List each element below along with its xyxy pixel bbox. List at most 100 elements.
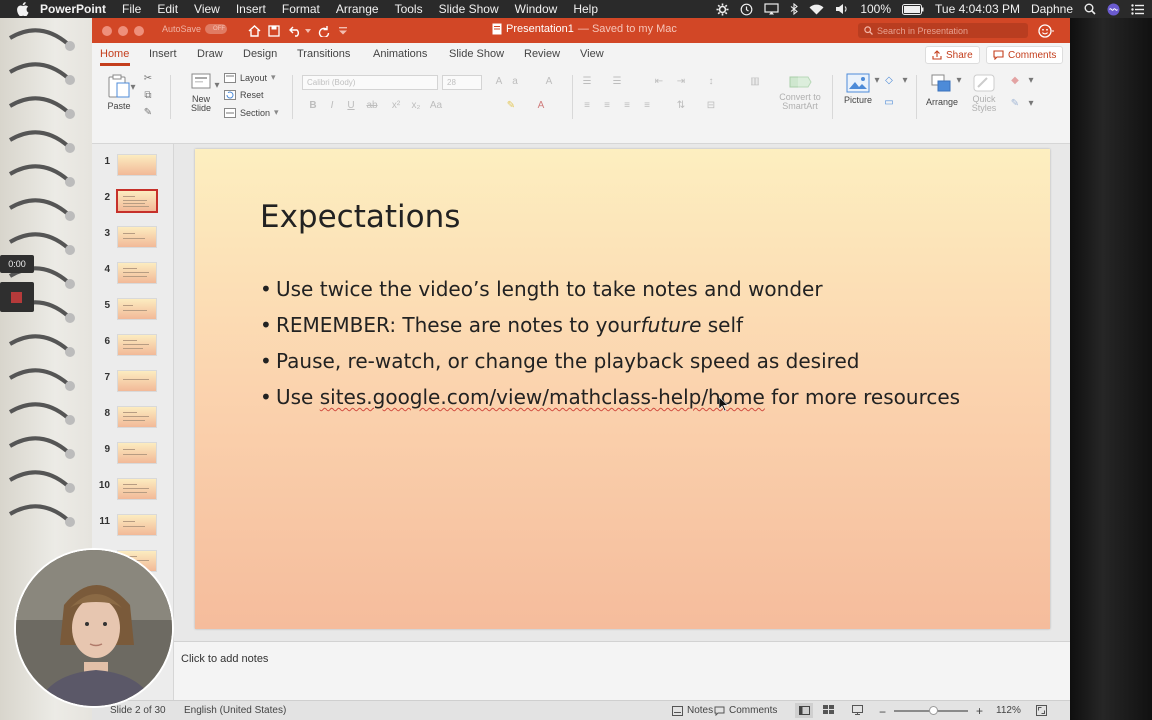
tab-slide-show[interactable]: Slide Show [449, 48, 504, 60]
resource-link[interactable]: sites.google.com/view/mathclass-help/hom… [320, 385, 765, 409]
font-color-icon[interactable]: A [534, 100, 548, 112]
slide-body-textbox[interactable]: • Use twice the video’s length to take no… [260, 277, 960, 421]
increase-indent-icon[interactable]: ⇥ [674, 76, 688, 88]
menubar-user[interactable]: Daphne [1031, 2, 1073, 16]
menu-help[interactable]: Help [573, 2, 598, 16]
battery-percent[interactable]: 100% [860, 2, 891, 16]
search-in-presentation-input[interactable]: Search in Presentation [858, 23, 1028, 38]
reading-view-icon[interactable] [852, 705, 863, 715]
text-direction-icon[interactable]: ⇅ [674, 100, 688, 112]
slide-thumbnail-4[interactable]: 4 [92, 262, 173, 292]
speaker-notes-pane[interactable]: Click to add notes [174, 641, 1070, 700]
bold-icon[interactable]: B [306, 100, 320, 112]
normal-view-icon[interactable] [795, 703, 813, 718]
slide-thumbnail-6[interactable]: 6 [92, 334, 173, 364]
comments-toggle-button[interactable]: Comments [714, 705, 777, 716]
zoom-slider-handle[interactable] [929, 706, 938, 715]
subscript-icon[interactable]: x₂ [409, 100, 423, 112]
stop-recording-button[interactable] [0, 282, 34, 312]
italic-icon[interactable]: I [325, 100, 339, 112]
reset-button[interactable]: Reset [224, 90, 264, 100]
decrease-font-size-icon[interactable]: a [508, 76, 522, 88]
underline-icon[interactable]: U [344, 100, 358, 112]
slide-thumbnail-9[interactable]: 9 [92, 442, 173, 472]
change-case-icon[interactable]: Aa [429, 100, 443, 112]
decrease-indent-icon[interactable]: ⇤ [652, 76, 666, 88]
zoom-out-button[interactable]: − [879, 705, 886, 719]
align-right-icon[interactable]: ≡ [620, 100, 634, 112]
new-slide-button[interactable]: New Slide [184, 71, 218, 113]
comments-button[interactable]: Comments [986, 46, 1064, 64]
save-icon[interactable] [266, 23, 282, 39]
format-painter-icon[interactable]: ✎ [141, 107, 155, 119]
volume-icon[interactable] [835, 3, 849, 15]
shapes-dropdown-icon[interactable]: ▾ [898, 75, 912, 87]
zoom-level[interactable]: 112% [996, 705, 1021, 716]
align-left-icon[interactable]: ≡ [580, 100, 594, 112]
fit-to-window-icon[interactable] [1036, 705, 1047, 716]
convert-to-smartart-button[interactable]: Convert to SmartArt [776, 73, 824, 111]
slide-canvas[interactable]: Expectations • Use twice the video’s leng… [195, 149, 1050, 629]
siri-icon[interactable] [1107, 3, 1120, 16]
slide-thumbnail-10[interactable]: 10 [92, 478, 173, 508]
numbering-icon[interactable]: ☰ [610, 76, 624, 88]
feedback-smiley-icon[interactable] [1038, 23, 1055, 39]
zoom-window-button[interactable] [134, 26, 144, 36]
menu-insert[interactable]: Insert [236, 2, 266, 16]
undo-icon[interactable] [288, 23, 304, 39]
wifi-icon[interactable] [809, 4, 824, 15]
slide-thumbnail-7[interactable]: 7 [92, 370, 173, 400]
menu-format[interactable]: Format [282, 2, 320, 16]
text-box-icon[interactable]: ▭ [882, 97, 896, 109]
menu-app-name[interactable]: PowerPoint [40, 2, 106, 16]
arrange-dropdown-icon[interactable]: ▾ [952, 75, 966, 87]
tab-review[interactable]: Review [524, 48, 560, 60]
tab-view[interactable]: View [580, 48, 604, 60]
menu-arrange[interactable]: Arrange [336, 2, 379, 16]
slide-thumbnail-11[interactable]: 11 [92, 514, 173, 544]
spotlight-search-icon[interactable] [1084, 3, 1096, 15]
redo-icon[interactable] [316, 23, 332, 39]
home-icon[interactable] [246, 23, 262, 39]
shape-fill-dropdown-icon[interactable]: ▾ [1024, 75, 1038, 87]
tab-insert[interactable]: Insert [149, 48, 177, 60]
menu-tools[interactable]: Tools [395, 2, 423, 16]
cut-icon[interactable]: ✂ [141, 73, 155, 85]
new-slide-dropdown-icon[interactable]: ▾ [210, 80, 224, 92]
align-text-icon[interactable]: ⊟ [704, 100, 718, 112]
quick-styles-button[interactable]: Quick Styles [966, 73, 1002, 113]
columns-icon[interactable]: ▥ [748, 76, 762, 88]
minimize-window-button[interactable] [118, 26, 128, 36]
menu-view[interactable]: View [194, 2, 220, 16]
notes-toggle-button[interactable]: Notes [672, 705, 713, 716]
shapes-icon[interactable]: ◇ [882, 75, 896, 87]
zoom-in-button[interactable]: + [976, 704, 983, 718]
layout-button[interactable]: Layout ▾ [224, 72, 276, 83]
slide-sorter-view-icon[interactable] [823, 705, 834, 714]
shape-fill-icon[interactable]: ◆ [1008, 75, 1022, 87]
gear-status-icon[interactable] [716, 3, 729, 16]
slide-thumbnail-8[interactable]: 8 [92, 406, 173, 436]
paste-dropdown-icon[interactable]: ▾ [126, 82, 140, 94]
font-name-combobox[interactable]: Calibri (Body) [302, 75, 438, 90]
tab-home[interactable]: Home [100, 48, 129, 60]
slide-thumbnail-5[interactable]: 5 [92, 298, 173, 328]
slide-thumbnail-3[interactable]: 3 [92, 226, 173, 256]
undo-dropdown-icon[interactable] [303, 23, 313, 39]
time-machine-icon[interactable] [740, 3, 753, 16]
clear-formatting-icon[interactable]: A [542, 76, 556, 88]
menubar-clock[interactable]: Tue 4:04:03 PM [935, 2, 1020, 16]
align-center-icon[interactable]: ≡ [600, 100, 614, 112]
menu-file[interactable]: File [122, 2, 141, 16]
superscript-icon[interactable]: x² [389, 100, 403, 112]
line-spacing-icon[interactable]: ↕ [704, 76, 718, 88]
highlight-color-icon[interactable]: ✎ [504, 100, 518, 112]
customize-toolbar-icon[interactable] [338, 23, 348, 39]
slide-thumbnail-1[interactable]: 1 [92, 154, 173, 184]
proofing-language[interactable]: English (United States) [184, 705, 286, 716]
share-button[interactable]: Share [925, 46, 980, 64]
font-size-combobox[interactable]: 28 [442, 75, 482, 90]
justify-icon[interactable]: ≡ [640, 100, 654, 112]
menu-slide-show[interactable]: Slide Show [439, 2, 499, 16]
strikethrough-icon[interactable]: ab [365, 100, 379, 112]
